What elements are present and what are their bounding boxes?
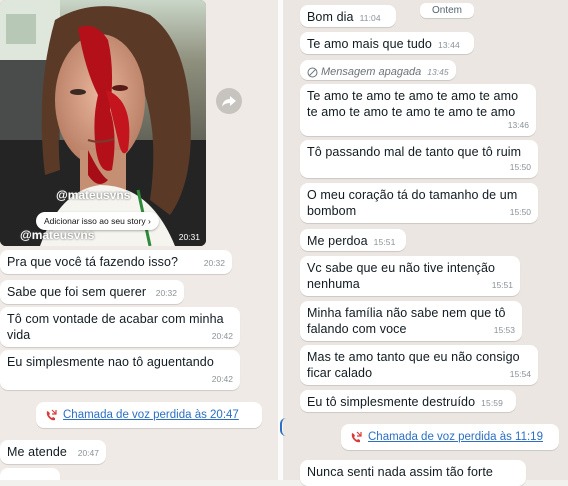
message-time: 15:54 <box>509 369 531 379</box>
message-bubble[interactable]: Pra que você tá fazendo isso? 20:32 <box>0 250 232 274</box>
message-time: 13:44 <box>438 40 460 50</box>
message-text: Sabe que foi sem querer <box>7 285 147 299</box>
message-text: Te amo te amo te amo te amo te amo te am… <box>307 89 519 119</box>
forward-button[interactable] <box>216 88 242 114</box>
message-time: 15:51 <box>373 237 396 247</box>
missed-call-label: Chamada de voz perdida às 11:19 <box>368 431 543 443</box>
message-bubble[interactable]: Mas te amo tanto que eu não consigo fica… <box>300 345 538 385</box>
message-bubble-partial[interactable] <box>0 468 60 480</box>
message-bubble[interactable]: Tô passando mal de tanto que tô ruim 15:… <box>300 140 538 178</box>
missed-call-notice[interactable]: Chamada de voz perdida às 20:47 <box>36 402 262 428</box>
message-text: Eu simplesmente nao tô aguentando <box>7 355 214 369</box>
story-photo[interactable]: @mateusvns @mateusvns Adicionar isso ao … <box>0 0 206 246</box>
add-to-story-label: Adicionar isso ao seu story <box>44 216 146 226</box>
message-bubble[interactable]: Eu simplesmente nao tô aguentando 20:42 <box>0 350 240 390</box>
message-text: Me perdoa 15:51 <box>307 234 396 248</box>
message-time: 13:45 <box>427 67 449 77</box>
message-bubble[interactable]: Minha família não sabe nem que tô faland… <box>300 301 522 341</box>
missed-call-label: Chamada de voz perdida às 20:47 <box>63 409 239 421</box>
message-time: 20:42 <box>211 374 233 384</box>
message-time: 20:47 <box>77 448 99 458</box>
forward-arrow-icon <box>222 96 236 107</box>
message-bubble[interactable]: Sabe que foi sem querer 20:32 <box>0 280 184 304</box>
message-bubble[interactable]: Me atende 20:47 <box>0 440 106 464</box>
message-time: 15:53 <box>493 325 515 335</box>
message-text: Vc sabe que eu não tive intenção nenhuma <box>307 261 496 291</box>
message-time: 15:50 <box>509 207 531 217</box>
message-time: 13:46 <box>507 120 529 130</box>
left-chat-panel: @mateusvns @mateusvns Adicionar isso ao … <box>0 0 278 480</box>
watermark-text: @mateusvns <box>56 188 131 202</box>
message-text: Eu tô simplesmente destruído 15:59 <box>307 395 503 409</box>
message-text: Pra que você tá fazendo isso? <box>7 255 179 269</box>
message-bubble[interactable]: Te amo mais que tudo 13:44 <box>300 32 474 54</box>
message-text: Nunca senti nada assim tão forte <box>307 465 493 479</box>
missed-call-icon <box>46 409 57 421</box>
add-to-story-button[interactable]: Adicionar isso ao seu story › <box>36 212 159 230</box>
message-bubble[interactable]: Tô com vontade de acabar com minha vida … <box>0 307 240 347</box>
missed-call-icon <box>351 431 362 443</box>
message-text: Minha família não sabe nem que tô faland… <box>307 306 506 336</box>
message-text: O meu coração tá do tamanho de um bombom <box>307 188 518 218</box>
message-bubble[interactable]: Vc sabe que eu não tive intenção nenhuma… <box>300 256 520 296</box>
message-bubble[interactable]: Te amo te amo te amo te amo te amo te am… <box>300 84 536 136</box>
photo-timestamp: 20:31 <box>178 232 200 242</box>
message-text: Bom dia 11:04 <box>307 10 381 24</box>
deleted-message: Mensagem apagada 13:45 <box>307 64 449 80</box>
message-time: 20:32 <box>155 288 177 298</box>
message-time: 20:32 <box>203 258 225 268</box>
story-photo-image <box>0 0 206 246</box>
message-text: Tô com vontade de acabar com minha vida <box>7 312 224 342</box>
missed-call-notice[interactable]: Chamada de voz perdida às 11:19 <box>341 424 559 450</box>
message-text: Tô passando mal de tanto que tô ruim <box>307 145 522 159</box>
chevron-right-icon: › <box>147 216 151 226</box>
deleted-message-bubble[interactable]: Mensagem apagada 13:45 <box>300 60 456 80</box>
message-text: Mas te amo tanto que eu não consigo fica… <box>307 350 520 380</box>
message-time: 15:50 <box>509 162 531 172</box>
date-separator: Ontem <box>420 3 475 18</box>
message-time: 15:59 <box>481 398 503 408</box>
message-time: 15:51 <box>491 280 513 290</box>
message-bubble[interactable]: O meu coração tá do tamanho de um bombom… <box>300 183 538 223</box>
message-time: 20:42 <box>211 331 233 341</box>
message-bubble-partial[interactable]: Nunca senti nada assim tão forte <box>300 460 526 486</box>
message-time: 11:04 <box>359 13 381 23</box>
watermark-text-bottom: @mateusvns <box>20 228 95 242</box>
deleted-icon <box>307 67 318 77</box>
message-bubble[interactable]: Bom dia 11:04 <box>300 5 396 27</box>
message-text: Te amo mais que tudo 13:44 <box>307 37 460 51</box>
scroll-indicator <box>280 418 292 436</box>
message-bubble[interactable]: Me perdoa 15:51 <box>300 229 406 251</box>
message-bubble[interactable]: Eu tô simplesmente destruído 15:59 <box>300 390 516 412</box>
